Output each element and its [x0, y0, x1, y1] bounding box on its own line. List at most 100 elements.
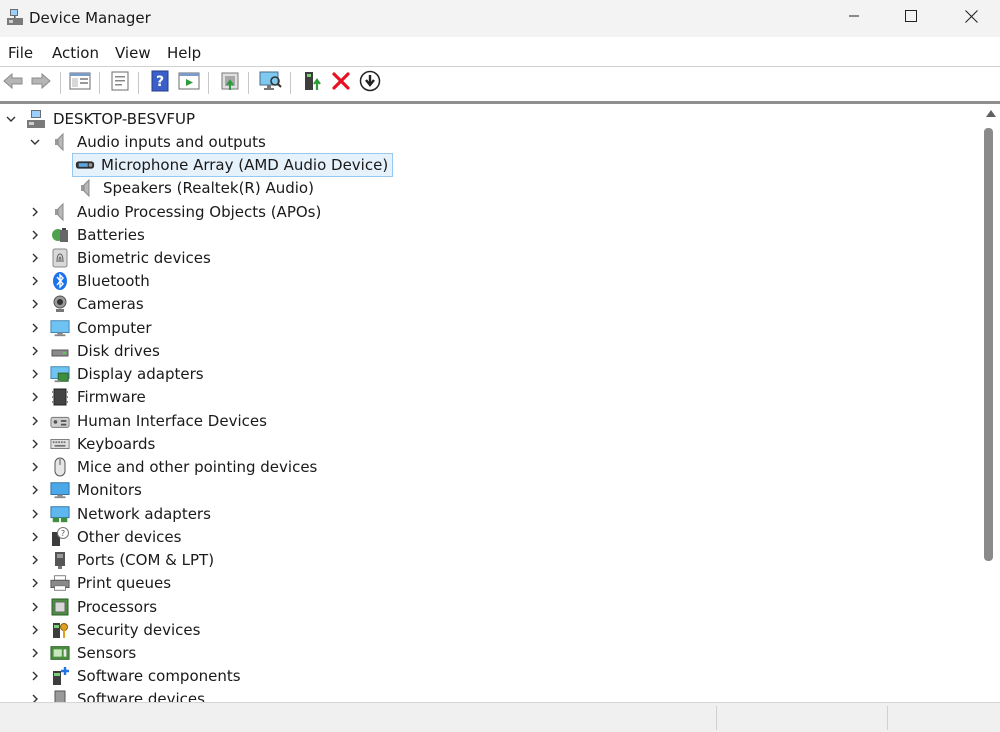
chevron-right-icon[interactable]: [28, 344, 42, 358]
close-button[interactable]: [942, 0, 1000, 36]
chevron-right-icon[interactable]: [28, 274, 42, 288]
speaker-icon: [50, 202, 70, 222]
category-software-components[interactable]: Software components: [28, 665, 241, 687]
category-computer[interactable]: Computer: [28, 317, 152, 339]
chevron-right-icon[interactable]: [28, 600, 42, 614]
category-audio-inputs-outputs[interactable]: Audio inputs and outputs: [28, 131, 266, 153]
toolbar: ?: [0, 67, 1000, 99]
category-label: Computer: [77, 319, 152, 337]
category-cameras[interactable]: Cameras: [28, 293, 144, 315]
chevron-right-icon[interactable]: [28, 460, 42, 474]
scan-for-hardware-changes-button[interactable]: [258, 71, 282, 95]
enable-device-icon: [301, 70, 323, 96]
svg-text:?: ?: [156, 74, 164, 90]
update-driver-button[interactable]: [218, 71, 242, 95]
microphone-icon: [75, 155, 95, 175]
maximize-button[interactable]: [882, 0, 940, 36]
minimize-button[interactable]: [825, 0, 883, 36]
disable-device-button[interactable]: [358, 70, 382, 96]
status-bar: [0, 702, 1000, 732]
category-mice[interactable]: Mice and other pointing devices: [28, 456, 317, 478]
category-disk-drives[interactable]: Disk drives: [28, 340, 160, 362]
chevron-right-icon[interactable]: [28, 390, 42, 404]
category-keyboards[interactable]: Keyboards: [28, 433, 155, 455]
properties-button[interactable]: [108, 71, 132, 95]
category-other-devices[interactable]: ? Other devices: [28, 526, 181, 548]
show-hide-console-tree-button[interactable]: [68, 71, 92, 95]
category-software-devices[interactable]: Software devices: [28, 688, 205, 702]
chevron-right-icon[interactable]: [28, 692, 42, 702]
category-label: Bluetooth: [77, 272, 150, 290]
device-speakers[interactable]: Speakers (Realtek(R) Audio): [76, 177, 314, 199]
unknown-device-icon: ?: [50, 527, 70, 547]
chevron-right-icon[interactable]: [28, 228, 42, 242]
tree-root-label: DESKTOP-BESVFUP: [53, 110, 195, 128]
tree-root[interactable]: DESKTOP-BESVFUP: [4, 108, 195, 130]
chevron-right-icon[interactable]: [28, 483, 42, 497]
chevron-right-icon[interactable]: [28, 576, 42, 590]
bluetooth-icon: [50, 271, 70, 291]
toolbar-separator: [60, 72, 61, 94]
forward-button[interactable]: [29, 71, 53, 95]
keyboard-icon: [50, 434, 70, 454]
menu-help[interactable]: Help: [167, 44, 201, 62]
back-button[interactable]: [1, 71, 25, 95]
window-title: Device Manager: [29, 9, 151, 27]
chevron-right-icon[interactable]: [28, 205, 42, 219]
category-label: Audio inputs and outputs: [77, 133, 266, 151]
category-firmware[interactable]: Firmware: [28, 386, 146, 408]
selection-highlight: Microphone Array (AMD Audio Device): [72, 153, 394, 177]
monitor-icon: [50, 480, 70, 500]
category-security-devices[interactable]: Security devices: [28, 619, 200, 641]
category-label: Software devices: [77, 690, 205, 702]
category-sensors[interactable]: Sensors: [28, 642, 136, 664]
category-label: Audio Processing Objects (APOs): [77, 203, 322, 221]
category-label: Human Interface Devices: [77, 412, 267, 430]
toolbar-separator: [99, 72, 100, 94]
chevron-right-icon[interactable]: [28, 623, 42, 637]
chevron-right-icon[interactable]: [28, 553, 42, 567]
menu-action[interactable]: Action: [52, 44, 99, 62]
category-display-adapters[interactable]: Display adapters: [28, 363, 204, 385]
speaker-icon: [76, 178, 96, 198]
scroll-up-arrow-icon[interactable]: [985, 108, 997, 120]
fingerprint-icon: [50, 248, 70, 268]
chevron-right-icon[interactable]: [28, 251, 42, 265]
category-batteries[interactable]: Batteries: [28, 224, 145, 246]
device-microphone-array[interactable]: Microphone Array (AMD Audio Device): [72, 153, 394, 177]
category-processors[interactable]: Processors: [28, 596, 157, 618]
chevron-right-icon[interactable]: [28, 367, 42, 381]
menu-file[interactable]: File: [8, 44, 33, 62]
chevron-right-icon[interactable]: [28, 414, 42, 428]
chevron-right-icon[interactable]: [28, 646, 42, 660]
scrollbar-thumb[interactable]: [984, 128, 993, 561]
category-monitors[interactable]: Monitors: [28, 479, 142, 501]
menu-view[interactable]: View: [115, 44, 151, 62]
action-pane-button[interactable]: [177, 71, 201, 95]
chevron-right-icon[interactable]: [28, 437, 42, 451]
disable-device-icon: [359, 70, 381, 96]
chevron-down-icon[interactable]: [28, 135, 42, 149]
uninstall-device-button[interactable]: [329, 71, 353, 95]
category-human-interface-devices[interactable]: Human Interface Devices: [28, 410, 267, 432]
category-label: Network adapters: [77, 505, 211, 523]
chevron-right-icon[interactable]: [28, 530, 42, 544]
enable-device-button[interactable]: [300, 71, 324, 95]
chevron-right-icon[interactable]: [28, 321, 42, 335]
software-component-icon: [50, 666, 70, 686]
help-button[interactable]: ?: [148, 70, 172, 95]
category-ports[interactable]: Ports (COM & LPT): [28, 549, 214, 571]
category-label: Cameras: [77, 295, 144, 313]
chevron-down-icon[interactable]: [4, 112, 18, 126]
uninstall-device-icon: [331, 71, 351, 95]
chevron-right-icon[interactable]: [28, 297, 42, 311]
category-print-queues[interactable]: Print queues: [28, 572, 171, 594]
category-network-adapters[interactable]: Network adapters: [28, 503, 211, 525]
category-bluetooth[interactable]: Bluetooth: [28, 270, 150, 292]
category-audio-processing-objects[interactable]: Audio Processing Objects (APOs): [28, 201, 321, 223]
chevron-right-icon[interactable]: [28, 507, 42, 521]
chevron-right-icon[interactable]: [28, 669, 42, 683]
category-label: Ports (COM & LPT): [77, 551, 215, 569]
category-biometric-devices[interactable]: Biometric devices: [28, 247, 211, 269]
show-hide-console-tree-icon: [69, 71, 91, 95]
